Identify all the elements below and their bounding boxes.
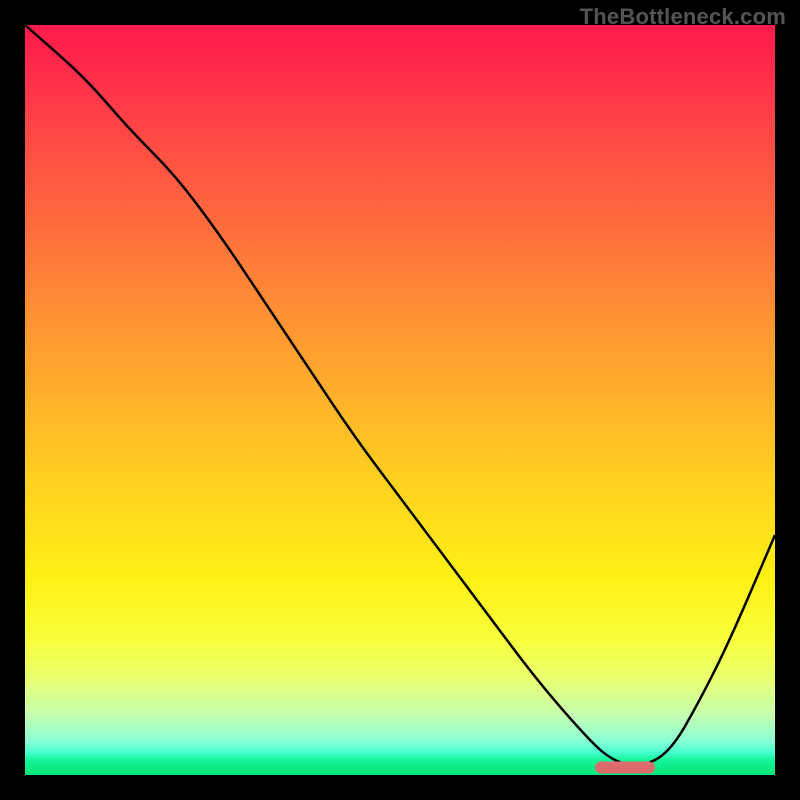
curve-svg [25,25,775,775]
chart-frame: TheBottleneck.com [0,0,800,800]
plot-area [25,25,775,775]
optimal-range-marker [595,762,655,774]
watermark-text: TheBottleneck.com [580,4,786,30]
bottleneck-curve [25,25,775,765]
